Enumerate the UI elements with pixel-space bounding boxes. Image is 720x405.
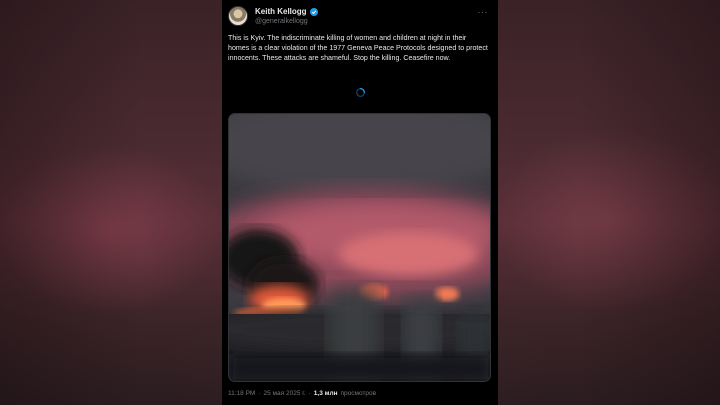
author-handle[interactable]: @generalkellogg <box>255 18 308 25</box>
avatar[interactable] <box>228 6 248 26</box>
separator-dot: · <box>308 390 311 397</box>
views-count: 1,3 млн <box>313 390 338 397</box>
tweet-media-video[interactable] <box>228 113 491 382</box>
separator-dot: · <box>258 390 261 397</box>
tweet-footer: 11:18 PM · 25 мая 2025 г. · 1,3 млн прос… <box>228 390 376 397</box>
loading-spinner-icon <box>355 87 366 98</box>
fire-smoke-scene <box>229 114 490 381</box>
more-options-icon[interactable]: ··· <box>478 8 489 17</box>
tweet-header: Keith Kellogg @generalkellogg ··· <box>228 6 492 28</box>
author-name[interactable]: Keith Kellogg <box>255 7 307 16</box>
views-label: просмотров <box>340 390 377 397</box>
tweet-time[interactable]: 11:18 PM <box>228 390 255 397</box>
author-name-row: Keith Kellogg <box>255 7 318 16</box>
verified-badge-icon <box>309 7 318 16</box>
tweet-card: Keith Kellogg @generalkellogg ··· This i… <box>222 0 498 405</box>
tweet-text: This is Kyiv. The indiscriminate killing… <box>228 34 488 63</box>
tweet-date[interactable]: 25 мая 2025 г. <box>264 390 306 397</box>
